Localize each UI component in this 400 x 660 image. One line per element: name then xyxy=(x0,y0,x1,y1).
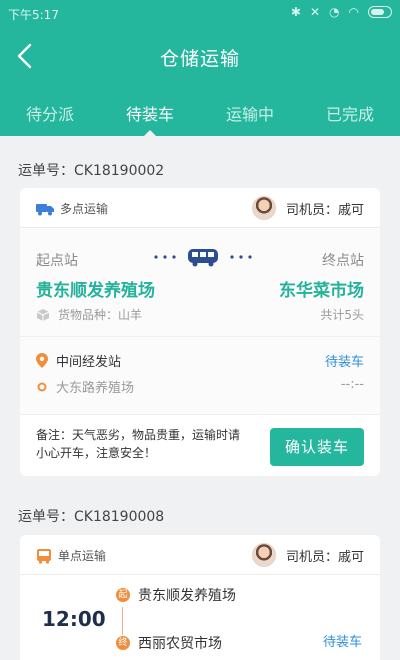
card-header: 单点运输 司机员：戚可 xyxy=(20,535,380,575)
driver-info: 司机员：戚可 xyxy=(251,543,364,567)
order-card[interactable]: 单点运输 司机员：戚可 12:00 起 贵东顺发养殖场 终 西丽农贸市场 待装车 xyxy=(20,535,380,660)
status-bar: 下午5:17 ✱ ✕ ◔ ◠ xyxy=(0,0,400,28)
mid-stop-place: 大东路养殖场 xyxy=(56,381,135,396)
bus-icon xyxy=(37,548,51,564)
mid-stop-place-row: 大东路养殖场 xyxy=(36,377,134,396)
start-badge: 起 xyxy=(116,588,130,602)
goods-type: 货物品种：山羊 xyxy=(58,308,143,322)
mid-stop-section: 中间经发站 待装车 大东路养殖场 --:-- xyxy=(20,336,380,414)
to-stop: 终 西丽农贸市场 xyxy=(116,633,222,653)
alarm-icon: ◔ xyxy=(329,5,340,19)
order-status: 待装车 xyxy=(322,635,362,650)
tab-pending-assign[interactable]: 待分派 xyxy=(0,86,100,136)
transport-type: 单点运输 xyxy=(36,547,106,564)
battery-icon xyxy=(368,6,392,18)
mid-stop-status: 待装车 xyxy=(324,355,364,370)
goods-info: 货物品种：山羊 xyxy=(36,306,142,323)
status-time: 下午5:17 xyxy=(8,8,59,22)
from-place: 贵东顺发养殖场 xyxy=(138,588,236,604)
circle-dot-icon xyxy=(37,382,47,391)
end-badge: 终 xyxy=(116,636,130,650)
mid-stop-title: 中间经发站 xyxy=(56,355,122,370)
app-header: 仓储运输 xyxy=(0,28,400,86)
goods-total: 共计5头 xyxy=(320,308,364,322)
page-title: 仓储运输 xyxy=(159,48,240,70)
route-line xyxy=(122,607,123,635)
order-card[interactable]: 多点运输 司机员：戚可 起点站 终点站 贵东顺发养殖场 东华菜市场 货物品种：山… xyxy=(20,188,380,476)
avatar xyxy=(251,196,276,220)
departure-time: 12:00 xyxy=(42,607,106,631)
confirm-load-button[interactable]: 确认装车 xyxy=(270,428,364,466)
start-label: 起点站 xyxy=(36,253,78,269)
driver-name: 司机员：戚可 xyxy=(285,549,364,565)
to-place: 西丽农贸市场 xyxy=(138,636,222,652)
bluetooth-icon: ✱ xyxy=(290,5,301,19)
location-pin-icon xyxy=(36,353,48,368)
box-icon xyxy=(36,308,50,321)
start-station: 贵东顺发养殖场 xyxy=(36,281,155,301)
end-station: 东华菜市场 xyxy=(279,281,364,301)
mute-icon: ✕ xyxy=(309,5,321,19)
truck-icon xyxy=(36,203,54,215)
route-section: 起点站 终点站 贵东顺发养殖场 东华菜市场 货物品种：山羊 共计5头 xyxy=(20,228,380,336)
driver-info: 司机员：戚可 xyxy=(251,196,364,220)
transport-type-label: 单点运输 xyxy=(58,549,107,563)
route-truck-icon xyxy=(154,249,252,267)
driver-name: 司机员：戚可 xyxy=(285,202,364,218)
single-route-section: 12:00 起 贵东顺发养殖场 终 西丽农贸市场 待装车 xyxy=(20,575,380,659)
order-number: 运单号：CK18190002 xyxy=(18,163,165,179)
tab-completed[interactable]: 已完成 xyxy=(300,86,400,136)
transport-type-label: 多点运输 xyxy=(60,202,109,216)
tab-pending-load[interactable]: 待装车 xyxy=(100,86,200,136)
end-label: 终点站 xyxy=(322,253,364,269)
tab-bar: 待分派 待装车 运输中 已完成 xyxy=(0,86,400,136)
order-number: 运单号：CK18190008 xyxy=(18,509,165,525)
note-row: 备注：天气恶劣，物品贵重，运输时请小心开车，注意安全！ 确认装车 xyxy=(20,414,380,476)
status-icons: ✱ ✕ ◔ ◠ xyxy=(291,5,392,19)
mid-stop-title-row: 中间经发站 xyxy=(36,351,121,370)
order-note: 备注：天气恶劣，物品贵重，运输时请小心开车，注意安全！ xyxy=(36,428,241,460)
from-stop: 起 贵东顺发养殖场 xyxy=(116,585,236,605)
avatar xyxy=(251,543,276,567)
tab-in-transit[interactable]: 运输中 xyxy=(200,86,300,136)
card-header: 多点运输 司机员：戚可 xyxy=(20,188,380,228)
transport-type: 多点运输 xyxy=(36,200,108,217)
wifi-icon: ◠ xyxy=(348,5,359,19)
mid-stop-time: --:-- xyxy=(340,377,364,392)
